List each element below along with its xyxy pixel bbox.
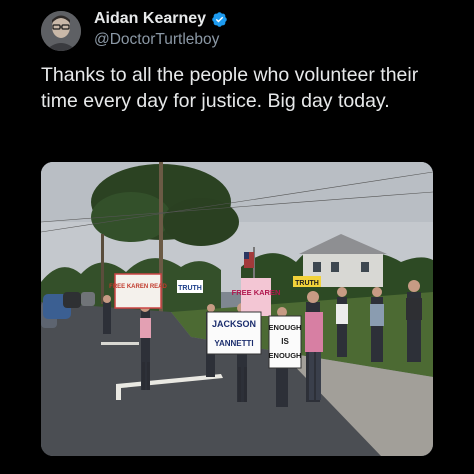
sign-enough-line3: ENOUGH (269, 351, 302, 360)
sign-jackson-line1: JACKSON (212, 319, 256, 329)
tweet-author: Aidan Kearney @DoctorTurtleboy (94, 9, 228, 48)
avatar[interactable] (41, 11, 81, 51)
verified-badge-icon (212, 11, 227, 27)
sign-enough-line1: ENOUGH (269, 323, 302, 332)
tweet-photo[interactable]: FREE KAREN READ TRUTH FREE KAREN TRUTH J… (41, 162, 433, 456)
profile-photo-icon (41, 11, 81, 51)
author-handle[interactable]: @DoctorTurtleboy (94, 32, 228, 48)
tweet-text: Thanks to all the people who volunteer t… (41, 64, 419, 112)
sign-truth: TRUTH (178, 285, 202, 292)
protest-photo: FREE KAREN READ TRUTH FREE KAREN TRUTH J… (41, 162, 433, 456)
sign-enough-line2: IS (281, 337, 289, 346)
tweet: Aidan Kearney @DoctorTurtleboy Thanks to… (0, 0, 474, 474)
sign-jackson-line2: YANNETTI (214, 339, 253, 348)
sign-yellow: TRUTH (295, 280, 319, 287)
sign-left: FREE KAREN READ (109, 284, 167, 290)
sign-pink: FREE KAREN (232, 288, 281, 297)
author-display-name[interactable]: Aidan Kearney (94, 11, 206, 27)
